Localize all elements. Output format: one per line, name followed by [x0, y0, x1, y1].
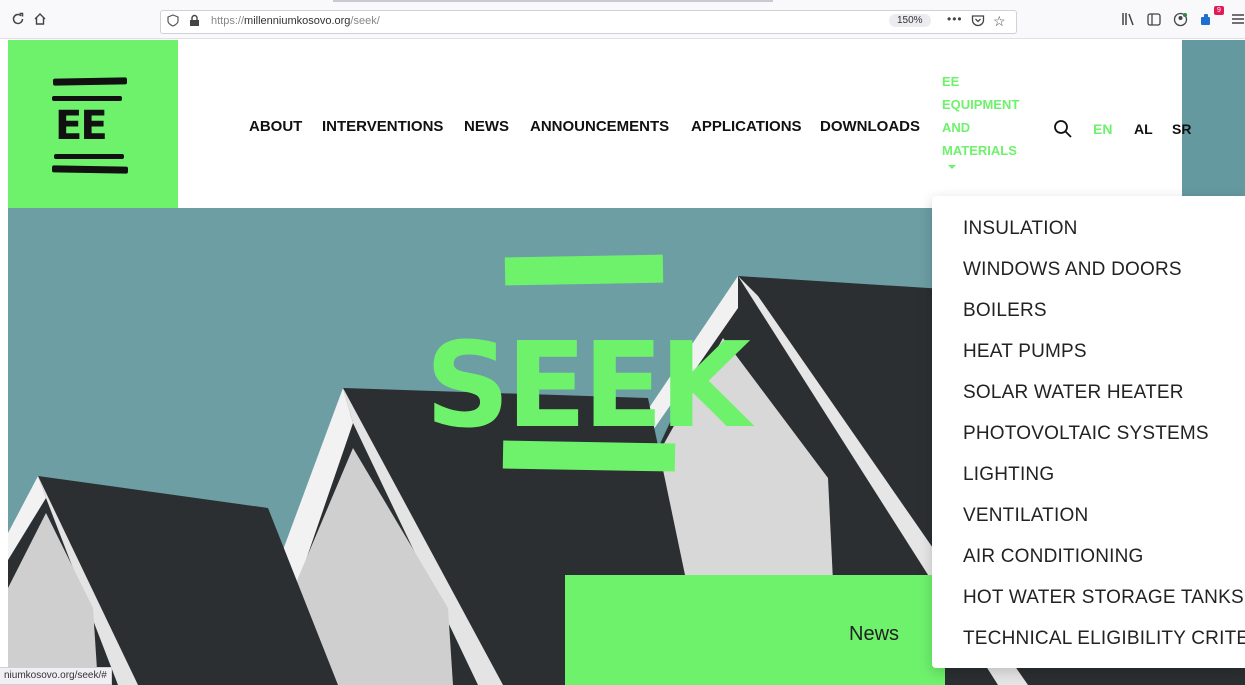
dropdown-item-lighting[interactable]: LIGHTING — [963, 464, 1054, 486]
logo-stroke-lower — [54, 154, 124, 159]
nav-ee-line: AND — [942, 120, 971, 135]
nav-applications[interactable]: APPLICATIONS — [691, 118, 802, 135]
nav-ee-line: MATERIALS — [942, 143, 1017, 158]
url-text[interactable]: https://millenniumkosovo.org/seek/ — [211, 15, 380, 27]
home-icon[interactable] — [30, 9, 50, 29]
lang-al[interactable]: AL — [1134, 121, 1153, 137]
reload-icon[interactable] — [8, 9, 28, 29]
notification-badge: 9 — [1214, 6, 1224, 15]
logo-stroke-top — [52, 77, 128, 86]
tab-strip-line — [333, 0, 773, 2]
dropdown-item-windows-doors[interactable]: WINDOWS AND DOORS — [963, 259, 1182, 281]
menu-icon[interactable] — [1228, 9, 1245, 29]
dropdown-item-solar-water-heater[interactable]: SOLAR WATER HEATER — [963, 382, 1184, 404]
url-scheme: https:// — [211, 15, 245, 27]
news-label: News — [849, 623, 900, 645]
library-icon[interactable] — [1119, 9, 1139, 29]
url-path: /seek/ — [350, 15, 380, 27]
dropdown-item-photovoltaic[interactable]: PHOTOVOLTAIC SYSTEMS — [963, 423, 1209, 445]
logo-link[interactable]: EE — [8, 40, 178, 208]
seek-stroke-top — [504, 254, 664, 286]
address-bar[interactable]: https://millenniumkosovo.org/seek/ 150% … — [160, 10, 1017, 34]
shield-icon[interactable] — [167, 14, 179, 30]
ee-equipment-dropdown: INSULATION WINDOWS AND DOORS BOILERS HEA… — [932, 196, 1245, 668]
lang-en[interactable]: EN — [1093, 121, 1112, 137]
logo-stroke-bottom — [51, 165, 129, 174]
nav-news[interactable]: NEWS — [464, 118, 509, 135]
sidebar-icon[interactable] — [1144, 9, 1164, 29]
nav-ee-equipment-materials[interactable]: EE EQUIPMENT AND MATERIALS — [942, 70, 1042, 162]
logo-stroke-upper — [52, 96, 122, 101]
pocket-icon[interactable] — [971, 14, 985, 30]
caret-down-icon — [948, 165, 956, 169]
news-panel[interactable]: News — [565, 575, 945, 685]
dropdown-item-ventilation[interactable]: VENTILATION — [963, 505, 1088, 527]
dropdown-item-heat-pumps[interactable]: HEAT PUMPS — [963, 341, 1087, 363]
site-header: EE ABOUT INTERVENTIONS NEWS ANNOUNCEMENT… — [8, 40, 1245, 208]
nav-ee-line: EQUIPMENT — [942, 97, 1020, 112]
nav-downloads[interactable]: DOWNLOADS — [820, 118, 920, 135]
status-bar-url: niumkosovo.org/seek/# — [0, 667, 112, 685]
dropdown-item-boilers[interactable]: BOILERS — [963, 300, 1047, 322]
zoom-level-badge[interactable]: 150% — [889, 14, 931, 27]
nav-about[interactable]: ABOUT — [249, 118, 302, 135]
dropdown-item-hot-water-tanks[interactable]: HOT WATER STORAGE TANKS — [963, 587, 1244, 609]
logo-text: EE — [55, 103, 108, 149]
lock-icon[interactable] — [189, 14, 200, 30]
dropdown-item-technical-criteria[interactable]: TECHNICAL ELIGIBILITY CRITERIA — [963, 628, 1245, 650]
bookmark-star-icon[interactable]: ☆ — [993, 13, 1006, 30]
seek-logo-text: SEEK — [425, 316, 755, 454]
browser-toolbar: https://millenniumkosovo.org/seek/ 150% … — [0, 0, 1245, 39]
dropdown-item-insulation[interactable]: INSULATION — [963, 218, 1078, 240]
dropdown-item-air-conditioning[interactable]: AIR CONDITIONING — [963, 546, 1144, 568]
nav-ee-line: EE — [942, 74, 960, 89]
account-icon[interactable] — [1170, 9, 1190, 29]
nav-announcements[interactable]: ANNOUNCEMENTS — [530, 118, 669, 135]
lang-sr[interactable]: SR — [1172, 121, 1191, 137]
search-icon[interactable] — [1053, 119, 1073, 139]
url-domain: millenniumkosovo.org — [244, 15, 351, 27]
nav-interventions[interactable]: INTERVENTIONS — [322, 118, 443, 135]
page-actions-icon[interactable]: ••• — [947, 12, 963, 26]
seek-stroke-bottom — [502, 440, 676, 472]
